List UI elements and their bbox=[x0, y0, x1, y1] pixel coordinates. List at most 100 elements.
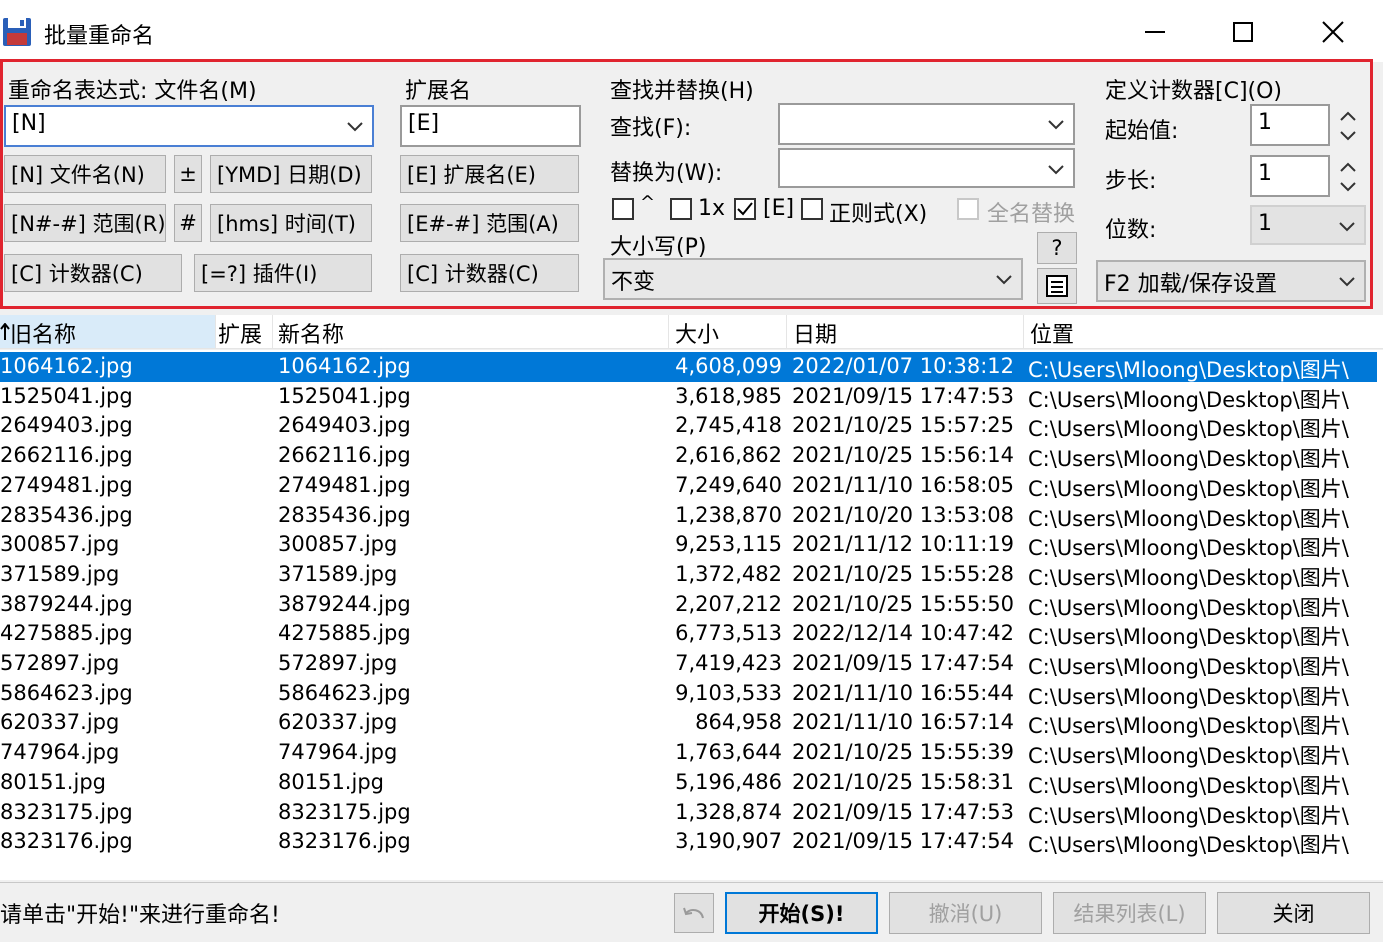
col-size[interactable]: 大小 bbox=[675, 317, 719, 349]
table-row[interactable]: 4275885.jpg 4275885.jpg 6,773,513 2022/12/1… bbox=[0, 619, 1377, 649]
table-row[interactable]: 80151.jpg 80151.jpg 5,196,486 2021/10/25 15… bbox=[0, 768, 1377, 798]
start-label: 起始值: bbox=[1105, 119, 1179, 144]
chevron-down-icon bbox=[1048, 120, 1064, 130]
table-row[interactable]: 620337.jpg 620337.jpg 864,958 2021/11/10 16… bbox=[0, 708, 1377, 738]
title-bar: 批量重命名 bbox=[0, 0, 1383, 62]
find-combo[interactable] bbox=[778, 103, 1075, 145]
file-list[interactable]: 1064162.jpg 1064162.jpg 4,608,099 2022/01/0… bbox=[0, 350, 1383, 880]
cell-old-name: 2649403.jpg bbox=[0, 413, 133, 438]
rename-expr-combo[interactable]: [N] bbox=[4, 105, 374, 147]
insert-ext-button[interactable]: [E] 扩展名(E) bbox=[400, 155, 579, 193]
maximize-button[interactable] bbox=[1213, 10, 1273, 54]
cell-size: 1,763,644 bbox=[675, 740, 782, 765]
chevron-down-icon bbox=[1339, 277, 1355, 287]
fullname-checkbox[interactable] bbox=[957, 198, 979, 220]
cell-size: 1,328,874 bbox=[675, 799, 782, 824]
insert-counter-button[interactable]: [C] 计数器(C) bbox=[4, 254, 182, 292]
table-row[interactable]: 8323176.jpg 8323176.jpg 3,190,907 2021/09/1… bbox=[0, 827, 1377, 857]
chevron-down-icon bbox=[996, 275, 1012, 285]
table-row[interactable]: 2662116.jpg 2662116.jpg 2,616,862 2021/10/2… bbox=[0, 441, 1377, 471]
insert-time-button[interactable]: [hms] 时间(T) bbox=[210, 204, 372, 242]
result-list-button[interactable]: 结果列表(L) bbox=[1053, 892, 1206, 934]
list-header: 旧名称 扩展 新名称 大小 日期 位置 bbox=[0, 315, 1383, 349]
table-row[interactable]: 300857.jpg 300857.jpg 9,253,115 2021/11/12 … bbox=[0, 530, 1377, 560]
cell-location: C:\Users\Mloong\Desktop\图片\ bbox=[1028, 803, 1349, 828]
digits-combo[interactable]: 1 bbox=[1250, 205, 1366, 245]
cell-new-name: 2749481.jpg bbox=[278, 472, 411, 497]
cell-date: 2021/09/15 17:47:54 bbox=[792, 651, 1015, 675]
cell-date: 2021/09/15 17:47:53 bbox=[792, 799, 1015, 824]
col-ext[interactable]: 扩展 bbox=[218, 317, 262, 349]
table-row[interactable]: 5864623.jpg 5864623.jpg 9,103,533 2021/11/1… bbox=[0, 679, 1377, 709]
start-value-input[interactable]: 1 bbox=[1250, 104, 1330, 146]
start-spin-up-down-icon[interactable] bbox=[1336, 106, 1360, 146]
table-row[interactable]: 2749481.jpg 2749481.jpg 7,249,640 2021/11/1… bbox=[0, 471, 1377, 501]
col-new-name[interactable]: 新名称 bbox=[278, 317, 344, 349]
replace-combo[interactable] bbox=[778, 148, 1075, 188]
cell-new-name: 747964.jpg bbox=[278, 740, 398, 765]
cell-date: 2022/12/14 10:47:42 bbox=[792, 621, 1015, 646]
maximize-icon bbox=[1233, 22, 1253, 42]
settings-combo[interactable]: F2 加载/保存设置 bbox=[1096, 260, 1366, 302]
cell-new-name: 5864623.jpg bbox=[278, 680, 411, 705]
table-row[interactable]: 572897.jpg 572897.jpg 7,419,423 2021/09/15 … bbox=[0, 649, 1377, 679]
table-row[interactable]: 3879244.jpg 3879244.jpg 2,207,212 2021/10/2… bbox=[0, 590, 1377, 620]
col-date[interactable]: 日期 bbox=[793, 317, 837, 349]
insert-filename-button[interactable]: [N] 文件名(N) bbox=[4, 155, 166, 193]
cell-new-name: 80151.jpg bbox=[278, 769, 384, 794]
undo-arrow-button[interactable] bbox=[674, 893, 714, 933]
table-row[interactable]: 2649403.jpg 2649403.jpg 2,745,418 2021/10/2… bbox=[0, 411, 1377, 441]
step-spin-up-down-icon[interactable] bbox=[1336, 157, 1360, 197]
insert-plugin-button[interactable]: [=?] 插件(I) bbox=[194, 254, 372, 292]
col-divider bbox=[668, 315, 669, 348]
insert-ext-range-button[interactable]: [E#-#] 范围(A) bbox=[400, 204, 579, 242]
col-location[interactable]: 位置 bbox=[1030, 317, 1074, 349]
cell-location: C:\Users\Mloong\Desktop\图片\ bbox=[1028, 744, 1349, 769]
plusminus-button[interactable]: ± bbox=[174, 155, 202, 193]
cell-new-name: 3879244.jpg bbox=[278, 591, 411, 616]
step-value: 1 bbox=[1258, 161, 1272, 186]
regex-checkbox[interactable] bbox=[801, 198, 823, 220]
replace-label: 替换为(W): bbox=[610, 161, 723, 186]
cell-date: 2021/10/25 15:55:39 bbox=[792, 740, 1015, 765]
once-checkbox[interactable] bbox=[670, 198, 692, 220]
insert-ext-counter-button[interactable]: [C] 计数器(C) bbox=[400, 254, 579, 292]
cell-new-name: 8323176.jpg bbox=[278, 829, 411, 854]
help-button[interactable]: ? bbox=[1037, 232, 1077, 264]
case-label: 大小写(P) bbox=[610, 235, 707, 260]
extension-input[interactable]: [E] bbox=[400, 105, 581, 147]
cell-date: 2021/10/20 13:53:08 bbox=[792, 502, 1015, 527]
start-button[interactable]: 开始(S)! bbox=[725, 892, 878, 934]
cell-old-name: 2662116.jpg bbox=[0, 443, 133, 468]
cell-location: C:\Users\Mloong\Desktop\图片\ bbox=[1028, 447, 1349, 472]
notepad-button[interactable] bbox=[1037, 268, 1077, 304]
insert-range-button[interactable]: [N#-#] 范围(R) bbox=[4, 204, 166, 242]
close-button[interactable]: 关闭 bbox=[1217, 892, 1370, 934]
table-row[interactable]: 1525041.jpg 1525041.jpg 3,618,985 2021/09/1… bbox=[0, 382, 1377, 412]
table-row[interactable]: 8323175.jpg 8323175.jpg 1,328,874 2021/09/1… bbox=[0, 798, 1377, 828]
cell-size: 9,103,533 bbox=[675, 680, 782, 705]
ext-checkbox[interactable] bbox=[734, 198, 756, 220]
cell-new-name: 1525041.jpg bbox=[278, 383, 411, 408]
col-old-name[interactable]: 旧名称 bbox=[10, 317, 76, 349]
table-row[interactable]: 2835436.jpg 2835436.jpg 1,238,870 2021/10/2… bbox=[0, 501, 1377, 531]
close-window-button[interactable] bbox=[1303, 10, 1363, 54]
step-value-input[interactable]: 1 bbox=[1250, 155, 1330, 197]
table-row[interactable]: 371589.jpg 371589.jpg 1,372,482 2021/10/25 … bbox=[0, 560, 1377, 590]
checkmark-icon bbox=[737, 202, 753, 216]
cell-date: 2021/11/10 16:55:44 bbox=[792, 680, 1015, 705]
table-row[interactable]: 747964.jpg 747964.jpg 1,763,644 2021/10/25 … bbox=[0, 738, 1377, 768]
minimize-button[interactable] bbox=[1125, 10, 1185, 54]
table-row[interactable]: 1064162.jpg 1064162.jpg 4,608,099 2022/01/0… bbox=[0, 352, 1377, 382]
extension-label: 扩展名 bbox=[405, 79, 472, 104]
caret-checkbox[interactable] bbox=[612, 198, 634, 220]
insert-date-button[interactable]: [YMD] 日期(D) bbox=[210, 155, 372, 193]
hash-button[interactable]: # bbox=[174, 204, 202, 242]
undo-button[interactable]: 撤消(U) bbox=[889, 892, 1042, 934]
minimize-icon bbox=[1145, 31, 1165, 33]
case-combo[interactable]: 不变 bbox=[603, 258, 1023, 300]
cell-size: 2,207,212 bbox=[675, 591, 782, 616]
cell-old-name: 300857.jpg bbox=[0, 532, 120, 557]
regex-option-label: 正则式(X) bbox=[829, 202, 928, 227]
cell-date: 2022/01/07 10:38:12 bbox=[792, 354, 1015, 378]
